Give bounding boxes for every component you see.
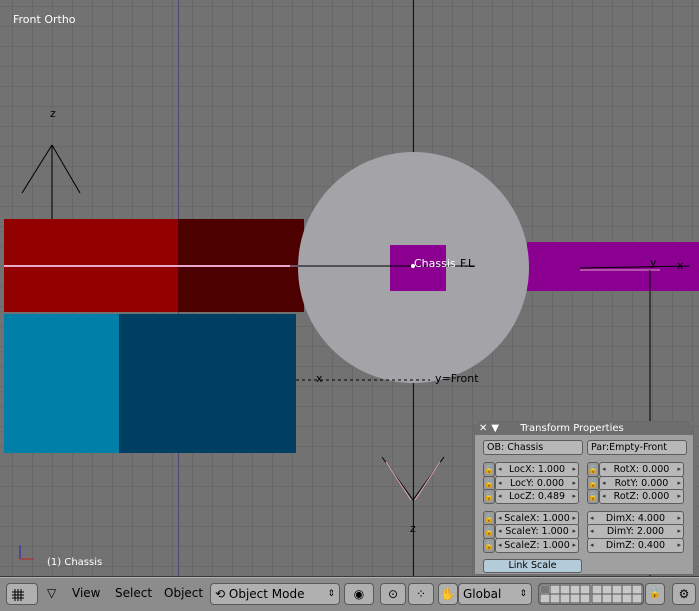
red-object-edge	[4, 265, 304, 267]
grid-icon	[12, 588, 24, 601]
lock-icon[interactable]: 🔒	[587, 462, 599, 477]
hand-icon: ✋	[440, 587, 456, 601]
select-menu[interactable]: Select	[115, 583, 152, 603]
panel-header[interactable]: ✕ ▼ Transform Properties	[475, 422, 693, 435]
3d-view-header: ▽ View Select Object ⟲ Object Mode ⇕ ◉ ⊙…	[0, 577, 699, 611]
axis-label-y: y	[650, 256, 657, 269]
collapse-menu-arrow-icon[interactable]: ▽	[47, 583, 61, 603]
parent-name-field[interactable]: Par:Empty-Front	[587, 440, 687, 455]
collapse-icon[interactable]: ▼	[491, 423, 499, 434]
layer-buttons[interactable]	[538, 583, 644, 605]
lock-icon[interactable]: 🔒	[483, 462, 495, 477]
object-mode-icon: ⟲	[215, 587, 226, 601]
scale-y-field[interactable]: ◂ ScaleY: 1.000 ▸	[495, 524, 579, 539]
lock-icon[interactable]: 🔒	[587, 489, 599, 504]
pivot-icon: ⊙	[387, 587, 399, 601]
panel-title: Transform Properties	[520, 423, 624, 434]
mode-select[interactable]: ⟲ Object Mode ⇕	[210, 583, 340, 605]
lock-layers-icon[interactable]: 🔒	[645, 583, 665, 605]
layer-grid-icon	[539, 584, 643, 604]
pivot-select[interactable]: ⊙	[380, 583, 406, 605]
blue-object-dark-face	[119, 314, 296, 453]
orientation-label: Global	[463, 587, 502, 601]
rot-x-field[interactable]: ◂ RotX: 0.000 ▸	[599, 462, 684, 477]
lock-icon[interactable]: 🔒	[483, 524, 495, 539]
object-name-label: y=Front	[435, 372, 479, 385]
close-icon[interactable]: ✕	[479, 423, 487, 434]
manipulator-toggle[interactable]: ✋	[438, 583, 458, 605]
active-object-status: (1) Chassis	[47, 557, 103, 568]
link-scale-button[interactable]: Link Scale	[483, 559, 582, 573]
blender-window: Front Ortho z z x y x Chassis F.L y=Fron…	[0, 0, 699, 611]
snap-icon: ⁘	[415, 587, 427, 601]
axis-label-x: x	[316, 372, 323, 385]
viewport-title: Front Ortho	[13, 13, 76, 26]
dim-z-field[interactable]: ◂ DimZ: 0.400 ▸	[587, 538, 684, 553]
loc-z-field[interactable]: ◂ LocZ: 0.489 ▸	[495, 489, 579, 504]
purple-object-right[interactable]	[527, 242, 699, 291]
axis-label-z: z	[410, 522, 416, 535]
editor-type-menu[interactable]	[6, 583, 38, 605]
axis-label-z: z	[50, 107, 56, 120]
transform-properties-panel: ✕ ▼ Transform Properties OB: Chassis Par:…	[474, 421, 694, 575]
3d-viewport[interactable]: Front Ortho z z x y x Chassis F.L y=Fron…	[0, 0, 699, 577]
object-name-label: Chassis	[414, 257, 456, 270]
draw-type-select[interactable]: ◉	[344, 583, 374, 605]
shading-icon: ◉	[353, 587, 365, 601]
lock-icon[interactable]: 🔒	[483, 489, 495, 504]
axis-label-x: x	[677, 259, 684, 272]
loc-x-field[interactable]: ◂ LocX: 1.000 ▸	[495, 462, 579, 477]
object-name-label: F.L	[460, 257, 475, 270]
orientation-select[interactable]: Global ⇕	[458, 583, 532, 605]
scale-z-field[interactable]: ◂ ScaleZ: 1.000 ▸	[495, 538, 579, 553]
rot-z-field[interactable]: ◂ RotZ: 0.000 ▸	[599, 489, 684, 504]
dim-y-field[interactable]: ◂ DimY: 2.000 ▸	[587, 524, 684, 539]
object-menu[interactable]: Object	[164, 583, 203, 603]
lock-icon[interactable]: 🔒	[483, 538, 495, 553]
dropdown-arrows-icon: ⇕	[519, 589, 527, 599]
mode-label: Object Mode	[228, 587, 305, 601]
object-name-field[interactable]: OB: Chassis	[483, 440, 583, 455]
dropdown-arrows-icon: ⇕	[327, 589, 335, 599]
render-icon[interactable]: ⚙	[672, 583, 696, 605]
view-menu[interactable]: View	[72, 583, 100, 603]
snap-toggle[interactable]: ⁘	[408, 583, 434, 605]
